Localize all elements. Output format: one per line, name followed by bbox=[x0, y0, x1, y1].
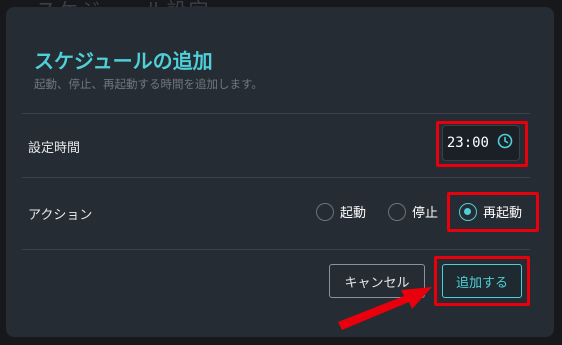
red-arrow-icon bbox=[338, 287, 432, 330]
